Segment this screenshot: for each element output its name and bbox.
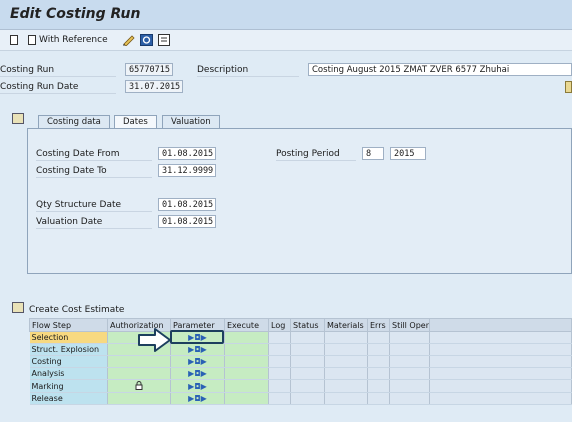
costing-date-from-label: Costing Date From [36, 148, 152, 161]
description-field[interactable]: Costing August 2015 ZMAT ZVER 6577 Zhuha… [308, 63, 572, 76]
new-document-icon [10, 35, 18, 45]
pointer-arrow-icon [138, 328, 171, 352]
edit-button[interactable] [122, 33, 136, 47]
pencil-icon [123, 35, 135, 46]
collapse-section-icon[interactable] [12, 302, 24, 313]
with-reference-button[interactable]: With Reference [28, 33, 108, 47]
parameter-icon[interactable]: ▶◘▶ [170, 367, 225, 380]
flow-step-struct-explosion[interactable]: Struct. Explosion [29, 343, 108, 356]
description-label: Description [197, 64, 299, 77]
with-reference-label: With Reference [39, 35, 108, 45]
create-cost-estimate-label: Create Cost Estimate [29, 305, 125, 315]
status-icon[interactable] [565, 81, 572, 93]
column-header[interactable]: Still Open [389, 318, 430, 332]
flow-steps-table: Flow Step Authorization Parameter Execut… [29, 318, 572, 405]
page-title: Edit Costing Run [10, 6, 141, 22]
info-box-icon [158, 34, 170, 46]
table-row: Release ▶◘▶ [29, 392, 572, 405]
table-row: Analysis ▶◘▶ [29, 367, 572, 380]
parameter-highlight-box [170, 330, 224, 344]
costing-run-field[interactable]: 65770715 [125, 63, 173, 76]
table-row: Selection ▶◘▶ [29, 331, 572, 344]
column-header[interactable]: Execute [224, 318, 269, 332]
flow-step-marking[interactable]: Marking [29, 379, 108, 393]
flow-step-release[interactable]: Release [29, 392, 108, 405]
create-button[interactable] [10, 33, 18, 47]
tab-costing-data[interactable]: Costing data [38, 115, 110, 129]
tab-dates[interactable]: Dates [114, 115, 157, 129]
parameter-icon[interactable]: ▶◘▶ [170, 392, 225, 405]
costing-date-from-field[interactable]: 01.08.2015 [158, 147, 216, 160]
posting-year-field[interactable]: 2015 [390, 147, 426, 160]
document-icon [28, 35, 36, 45]
flow-step-analysis[interactable]: Analysis [29, 367, 108, 380]
expand-section-icon[interactable] [12, 113, 24, 124]
qty-structure-date-label: Qty Structure Date [36, 199, 152, 212]
column-header[interactable]: Errs [367, 318, 390, 332]
column-header[interactable]: Status [290, 318, 325, 332]
parameter-icon[interactable]: ▶◘▶ [170, 355, 225, 368]
table-row: Costing ▶◘▶ [29, 355, 572, 368]
flow-step-costing[interactable]: Costing [29, 355, 108, 368]
posting-period-label: Posting Period [276, 148, 356, 161]
table-row: Marking ▶◘▶ [29, 379, 572, 393]
lock-icon [135, 381, 143, 390]
parameter-icon[interactable]: ▶◘▶ [170, 379, 225, 393]
costing-run-date-label: Costing Run Date [0, 81, 116, 94]
refresh-icon [140, 34, 153, 46]
table-header-row: Flow Step Authorization Parameter Execut… [29, 318, 572, 332]
parameter-icon[interactable]: ▶◘▶ [170, 343, 225, 356]
costing-date-to-label: Costing Date To [36, 165, 152, 178]
info-button[interactable] [158, 33, 171, 47]
valuation-date-label: Valuation Date [36, 216, 152, 229]
table-row: Struct. Explosion ▶◘▶ [29, 343, 572, 356]
tab-valuation[interactable]: Valuation [162, 115, 220, 129]
column-header[interactable]: Materials [324, 318, 368, 332]
qty-structure-date-field[interactable]: 01.08.2015 [158, 198, 216, 211]
flow-step-selection[interactable]: Selection [29, 331, 108, 344]
costing-run-date-field[interactable]: 31.07.2015 [125, 80, 183, 93]
column-header[interactable]: Log [268, 318, 291, 332]
costing-run-label: Costing Run [0, 64, 116, 77]
costing-date-to-field[interactable]: 31.12.9999 [158, 164, 216, 177]
posting-period-field[interactable]: 8 [362, 147, 384, 160]
refresh-button[interactable] [140, 33, 153, 47]
column-header[interactable]: Flow Step [29, 318, 108, 332]
valuation-date-field[interactable]: 01.08.2015 [158, 215, 216, 228]
